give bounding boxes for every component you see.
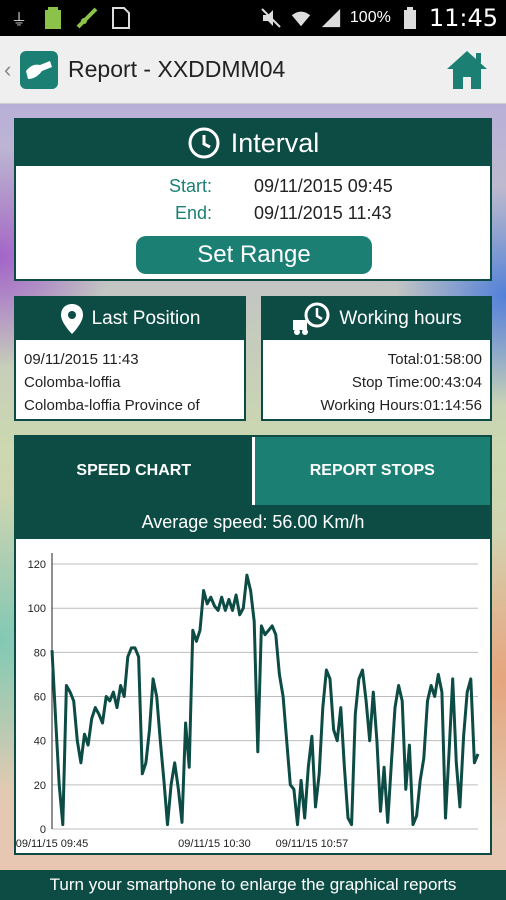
y-tick-label: 80 bbox=[34, 647, 46, 659]
last-position-title: Last Position bbox=[91, 308, 201, 329]
map-pin-icon bbox=[60, 304, 83, 334]
x-tick-label: 09/11/15 09:45 bbox=[16, 838, 88, 850]
working-hours-panel: Working hours Total:01:58:00 Stop Time:0… bbox=[261, 296, 492, 421]
back-chevron-icon[interactable]: ‹ bbox=[4, 57, 20, 83]
last-position-panel: Last Position 09/11/2015 11:43 Colomba-l… bbox=[14, 296, 246, 421]
status-icons-left: ⏚ bbox=[8, 7, 132, 29]
usb-icon: ⏚ bbox=[10, 12, 27, 29]
total-time: Total:01:58:00 bbox=[387, 351, 482, 368]
clock: 11:45 bbox=[428, 4, 498, 32]
x-tick-label: 09/11/15 10:30 bbox=[178, 838, 251, 850]
interval-panel: Interval Start: 09/11/2015 09:45 End: 09… bbox=[14, 118, 492, 281]
working-hours-body: Total:01:58:00 Stop Time:00:43:04 Workin… bbox=[263, 340, 490, 425]
tab-speed-chart[interactable]: SPEED CHART bbox=[16, 437, 252, 505]
y-tick-label: 0 bbox=[40, 824, 46, 836]
truck-clock-icon bbox=[293, 302, 330, 335]
start-label: Start: bbox=[168, 176, 212, 196]
working-hours-header: Working hours bbox=[263, 298, 490, 340]
last-position-body: 09/11/2015 11:43 Colomba-loffia Colomba-… bbox=[16, 340, 244, 425]
y-tick-label: 100 bbox=[28, 603, 46, 615]
end-label: End: bbox=[174, 203, 212, 223]
app-logo-icon[interactable] bbox=[20, 50, 58, 89]
set-range-button[interactable]: Set Range bbox=[136, 236, 372, 274]
start-value: 09/11/2015 09:45 bbox=[254, 176, 393, 196]
y-tick-label: 60 bbox=[34, 692, 46, 704]
average-speed: Average speed: 56.00 Km/h bbox=[16, 505, 490, 539]
y-tick-label: 120 bbox=[28, 559, 46, 571]
last-position-province: Colomba-loffia Province of bbox=[24, 397, 200, 414]
last-position-city: Colomba-loffia bbox=[24, 374, 121, 391]
working-time: Working Hours:01:14:56 bbox=[320, 397, 482, 414]
working-hours-title: Working hours bbox=[339, 308, 462, 329]
y-tick-label: 20 bbox=[34, 780, 46, 792]
action-bar: ‹ Report - XXDDMM04 bbox=[0, 36, 506, 104]
last-position-time: 09/11/2015 11:43 bbox=[24, 351, 139, 368]
gps-icon bbox=[76, 7, 98, 29]
last-position-header: Last Position bbox=[16, 298, 244, 340]
y-tick-label: 40 bbox=[34, 736, 46, 748]
battery-level: 100% bbox=[349, 9, 391, 26]
interval-title: Interval bbox=[230, 127, 320, 158]
tab-report-stops[interactable]: REPORT STOPS bbox=[251, 437, 490, 505]
speed-chart: 0 20 40 60 80 100 120 09/11/15 09:45 09/11/15 10… bbox=[16, 553, 480, 850]
stop-time: Stop Time:00:43:04 bbox=[351, 374, 482, 391]
battery-icon bbox=[399, 7, 421, 29]
speed-series-line bbox=[50, 573, 480, 827]
clock-icon bbox=[188, 127, 220, 159]
signal-icon bbox=[320, 7, 342, 29]
home-icon bbox=[447, 50, 487, 89]
wifi-icon bbox=[290, 7, 312, 29]
file-icon bbox=[110, 7, 132, 29]
interval-header: Interval bbox=[16, 120, 490, 166]
end-value: 09/11/2015 11:43 bbox=[254, 203, 392, 223]
mute-icon bbox=[260, 7, 282, 29]
page-title: Report - XXDDMM04 bbox=[68, 56, 286, 82]
footer-hint: Turn your smartphone to enlarge the grap… bbox=[0, 870, 506, 900]
x-tick-label: 09/11/15 10:57 bbox=[276, 838, 349, 850]
battery-full-icon bbox=[42, 7, 64, 29]
chart-panel: SPEED CHART REPORT STOPS Average speed: … bbox=[14, 435, 492, 855]
status-bar: ⏚ 100% 11:45 bbox=[0, 0, 506, 36]
home-button[interactable] bbox=[444, 47, 490, 93]
tab-bar: SPEED CHART REPORT STOPS bbox=[16, 437, 490, 505]
